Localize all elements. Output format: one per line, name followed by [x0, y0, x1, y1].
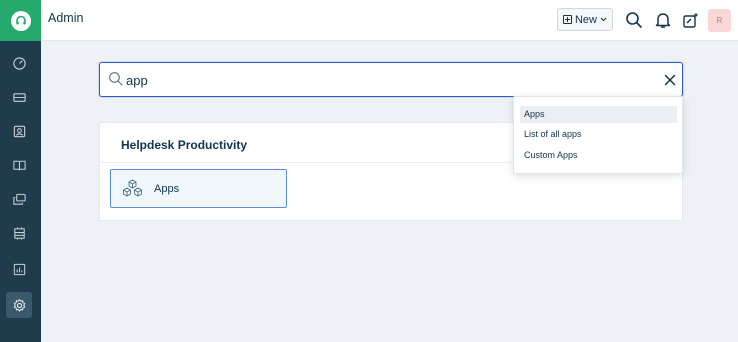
sidebar-item-tickets[interactable] — [6, 84, 32, 110]
sidebar-item-forums[interactable] — [6, 186, 32, 212]
notifications-button[interactable] — [653, 10, 673, 30]
search-icon — [109, 72, 123, 86]
tickets-icon — [12, 92, 26, 102]
result-tile-label: Apps — [154, 183, 180, 195]
contacts-icon — [13, 125, 25, 137]
updates-button[interactable] — [681, 10, 701, 30]
global-search-button[interactable] — [624, 10, 644, 30]
top-header: Admin New R — [41, 0, 738, 41]
sidebar-item-assets[interactable] — [6, 220, 32, 246]
sidebar-item-solutions[interactable] — [6, 152, 32, 178]
new-button-label: New — [574, 13, 597, 26]
page-title: Admin — [48, 11, 84, 25]
app-logo[interactable] — [0, 0, 41, 41]
admin-search-box — [99, 62, 683, 97]
admin-settings-icon — [13, 298, 25, 312]
reports-icon — [13, 263, 25, 275]
sidebar-item-dashboard[interactable] — [6, 50, 32, 76]
result-tile-apps[interactable]: Apps — [110, 169, 287, 208]
search-suggestions-dropdown: Apps List of all apps Custom Apps — [513, 96, 683, 174]
dashboard-icon — [12, 56, 26, 70]
plus-icon — [562, 15, 572, 24]
solutions-icon — [12, 160, 26, 170]
suggestion-custom-apps[interactable]: Custom Apps — [520, 147, 677, 164]
megaphone-sparkle-icon — [683, 12, 699, 28]
search-input[interactable] — [126, 68, 646, 92]
bell-icon — [655, 13, 671, 28]
assets-icon — [13, 226, 25, 240]
forums-icon — [12, 193, 26, 205]
section-title: Helpdesk Productivity — [121, 138, 248, 152]
search-icon — [626, 12, 642, 28]
suggestion-apps[interactable]: Apps — [520, 106, 677, 123]
sidebar-item-contacts[interactable] — [6, 118, 32, 144]
suggestion-list-of-all-apps[interactable]: List of all apps — [520, 126, 677, 143]
sidebar-item-admin[interactable] — [6, 292, 32, 318]
new-button[interactable]: New — [557, 8, 613, 31]
headset-logo-icon — [10, 10, 31, 31]
sidebar — [0, 0, 41, 342]
apps-cubes-icon — [123, 179, 142, 197]
avatar[interactable]: R — [708, 9, 731, 32]
sidebar-item-reports[interactable] — [6, 256, 32, 282]
chevron-down-icon — [600, 17, 607, 22]
close-icon[interactable] — [663, 73, 677, 87]
